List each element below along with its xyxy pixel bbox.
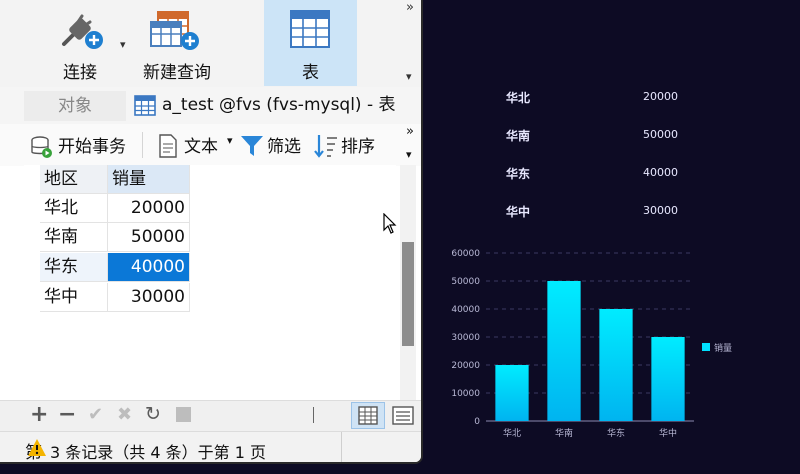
bar [651, 337, 685, 421]
toolbar-divider [313, 407, 314, 423]
status-bar: 第 3 条记录（共 4 条）于第 1 页 [0, 431, 421, 462]
begin-transaction-button[interactable]: 开始事务 [58, 132, 126, 157]
navicat-window: 连接 ▾ 新建查询 表 » ▾ 对象 a_test @fvs (fvs-mysq… [0, 0, 423, 464]
y-tick-label: 20000 [451, 361, 480, 371]
grid-view-icon [358, 406, 378, 425]
discard-changes-icon[interactable]: ✖ [117, 404, 132, 425]
text-view-button[interactable]: 文本 [184, 132, 218, 157]
list-value: 40000 [643, 166, 678, 179]
filter-button[interactable]: 筛选 [267, 132, 301, 157]
list-region: 华北 [506, 91, 531, 105]
table-tab-icon [134, 95, 156, 116]
table-icon [290, 10, 330, 48]
legend-label: 销量 [714, 342, 732, 354]
secondary-toolbar: 开始事务 文本 ▾ 筛选 排序 » ▾ [0, 124, 421, 166]
vertical-scrollbar-thumb[interactable] [402, 242, 414, 346]
y-tick-label: 40000 [451, 305, 480, 315]
list-region: 华东 [506, 167, 531, 181]
y-tick-label: 0 [474, 417, 480, 427]
bar [495, 365, 529, 421]
refresh-icon[interactable]: ↻ [145, 403, 161, 425]
new-query-button[interactable]: 新建查询 [136, 0, 218, 86]
table-cell-region[interactable]: 华南 [40, 223, 108, 252]
record-count-status: 3 条记录（共 4 条）于第 1 页 [50, 443, 266, 462]
sales-bar-chart: 0 10000 20000 30000 40000 50000 60000 华北 华南 华东 华中 销… [451, 249, 732, 439]
tab-a-test[interactable]: a_test @fvs (fvs-mysql) - 表 [162, 87, 396, 123]
table-label: 表 [302, 63, 319, 83]
tab-bar: 对象 a_test @fvs (fvs-mysql) - 表 [0, 87, 421, 125]
x-tick-label: 华南 [555, 427, 573, 439]
column-header-sales[interactable]: 销量 [108, 165, 190, 194]
table-cell-region[interactable]: 华北 [40, 194, 108, 223]
status-divider [341, 432, 342, 462]
list-region: 华南 [506, 129, 531, 143]
column-header-region[interactable]: 地区 [40, 165, 108, 194]
list-value: 20000 [643, 90, 678, 103]
stop-icon[interactable] [176, 407, 191, 422]
form-view-icon[interactable] [392, 406, 414, 425]
add-record-icon[interactable]: + [30, 402, 48, 427]
legend-swatch [702, 343, 710, 351]
list-value: 50000 [643, 128, 678, 141]
ribbon-overflow-icon[interactable]: » [406, 0, 414, 15]
warning-icon [28, 439, 46, 456]
ribbon-toolbar: 连接 ▾ 新建查询 表 » ▾ [0, 0, 421, 88]
bar [547, 281, 581, 421]
table-cell-sales[interactable]: 50000 [108, 223, 190, 252]
x-tick-label: 华北 [503, 427, 521, 439]
bar [599, 309, 633, 421]
table-cell-region[interactable]: 华东 [40, 253, 108, 282]
database-transaction-icon [31, 136, 52, 158]
y-tick-label: 10000 [451, 389, 480, 399]
mouse-cursor-icon [383, 213, 397, 234]
text-document-icon [159, 134, 177, 158]
tab-objects[interactable]: 对象 [24, 91, 126, 121]
table-cell-region[interactable]: 华中 [40, 283, 108, 312]
y-tick-label: 30000 [451, 333, 480, 343]
x-tick-label: 华中 [659, 427, 677, 439]
x-tick-label: 华东 [607, 427, 625, 439]
connect-label: 连接 [63, 63, 97, 83]
text-dropdown-icon[interactable]: ▾ [227, 134, 233, 147]
y-tick-label: 60000 [451, 249, 480, 259]
new-query-icon [150, 11, 199, 50]
ribbon-expand-icon[interactable]: ▾ [406, 70, 412, 83]
sort-icon [314, 135, 337, 158]
grid-view-button[interactable] [351, 402, 385, 429]
record-toolbar: + − ✔ ✖ ↻ [0, 400, 421, 431]
delete-record-icon[interactable]: − [58, 402, 76, 427]
filter-icon [241, 136, 263, 156]
list-region: 华中 [506, 205, 531, 219]
sort-button[interactable]: 排序 [341, 132, 375, 157]
toolbar2-expand-icon[interactable]: ▾ [406, 148, 412, 161]
list-value: 30000 [643, 204, 678, 217]
new-query-label: 新建查询 [143, 63, 211, 83]
plug-icon [62, 14, 103, 49]
toolbar2-overflow-icon[interactable]: » [406, 124, 414, 139]
table-cell-sales[interactable]: 30000 [108, 283, 190, 312]
apply-changes-icon[interactable]: ✔ [88, 404, 103, 425]
connect-dropdown-icon[interactable]: ▾ [120, 38, 126, 51]
table-cell-sales[interactable]: 20000 [108, 194, 190, 223]
y-tick-label: 50000 [451, 277, 480, 287]
toolbar-divider [142, 132, 143, 158]
table-cell-sales-selected[interactable]: 40000 [108, 253, 190, 282]
connect-button[interactable]: 连接 [40, 0, 120, 86]
table-button[interactable]: 表 [264, 0, 357, 86]
